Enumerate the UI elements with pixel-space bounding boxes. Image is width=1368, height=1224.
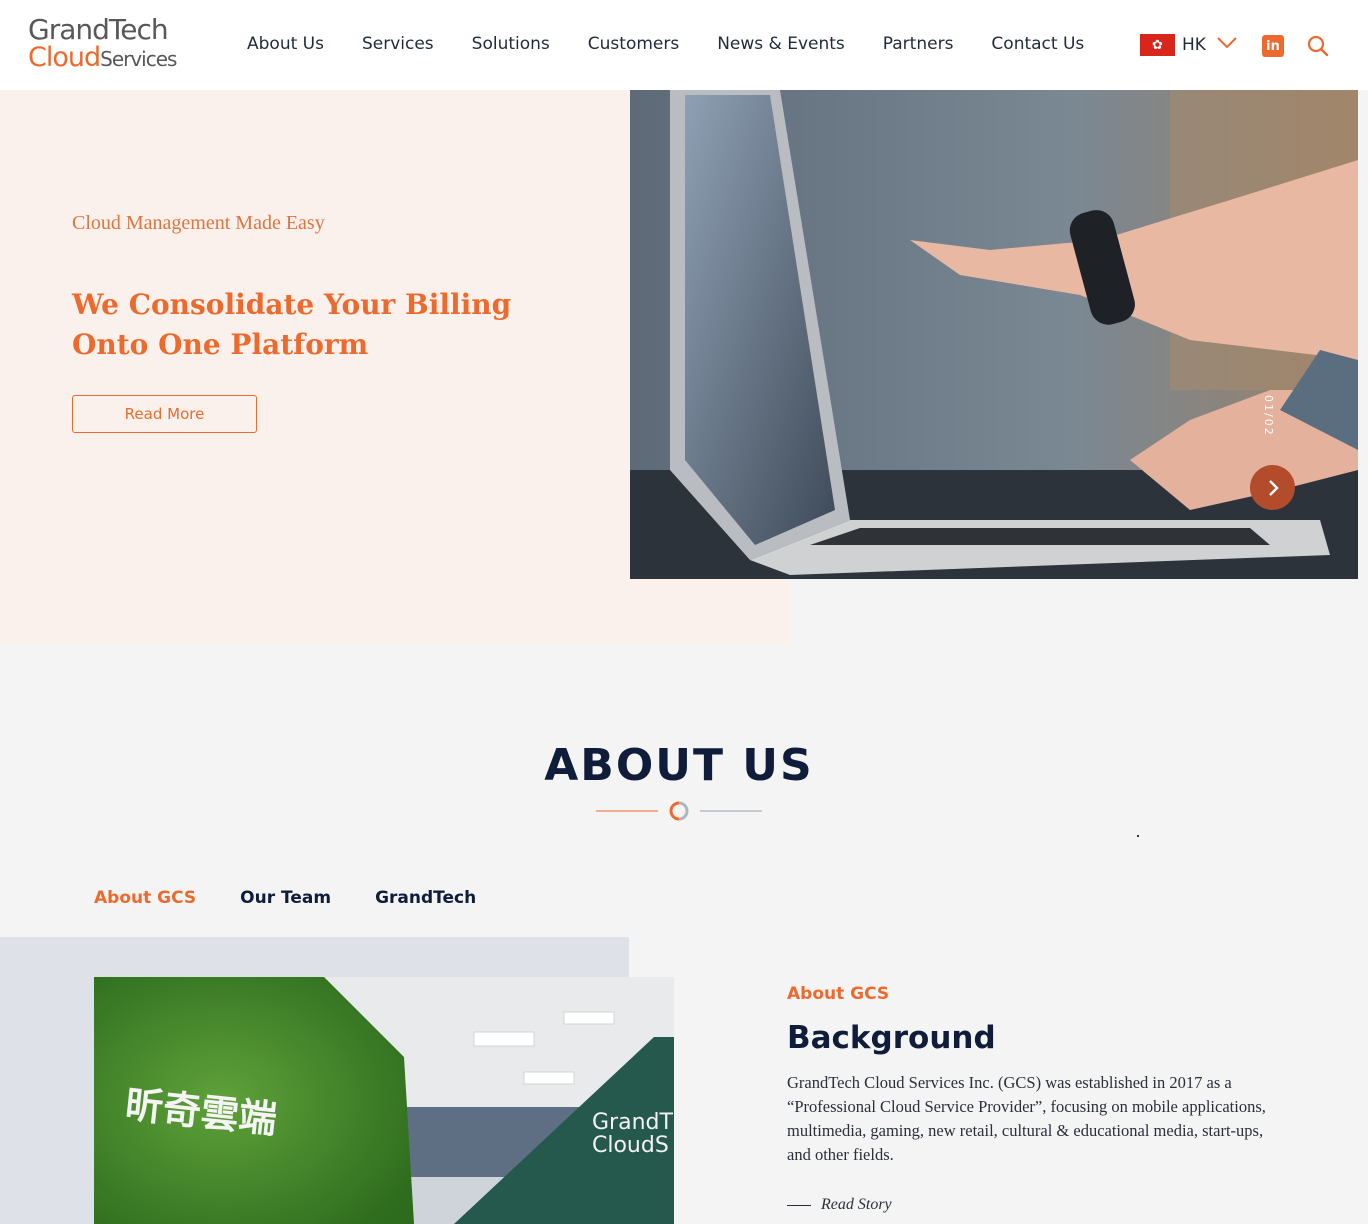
site-header: GrandTech CloudServices About Us Service… <box>0 0 1368 90</box>
tab-our-team[interactable]: Our Team <box>240 888 331 908</box>
stray-dot <box>1137 835 1139 837</box>
office-image: 昕奇雲端 GrandT CloudS <box>94 977 674 1224</box>
next-slide-button[interactable] <box>1250 465 1295 510</box>
read-story-label: Read Story <box>821 1196 892 1213</box>
background-text: GrandTech Cloud Services Inc. (GCS) was … <box>787 1073 1266 1164</box>
section-divider <box>596 801 762 821</box>
about-us-heading: ABOUT US <box>544 740 814 791</box>
read-story-line <box>787 1204 811 1206</box>
read-more-button[interactable]: Read More <box>72 395 257 433</box>
hk-flag-icon: ✿ <box>1140 34 1175 56</box>
nav-about-us[interactable]: About Us <box>247 34 324 54</box>
hero-laptop-image <box>630 90 1358 579</box>
chevron-down-icon <box>1217 37 1237 49</box>
laptop-photo-illustration <box>630 90 1358 579</box>
tab-about-gcs[interactable]: About GCS <box>94 888 196 908</box>
region-selector[interactable]: ✿ HK <box>1140 34 1238 56</box>
slide-counter: 01/02 <box>1262 395 1275 437</box>
nav-contact-us[interactable]: Contact Us <box>991 34 1084 54</box>
hero-subtitle: Cloud Management Made Easy <box>72 212 325 234</box>
region-label: HK <box>1182 35 1206 55</box>
search-icon[interactable] <box>1306 34 1330 58</box>
read-story-link[interactable]: Read Story <box>787 1196 892 1214</box>
nav-customers[interactable]: Customers <box>588 34 679 54</box>
main-nav: About Us Services Solutions Customers Ne… <box>247 34 1122 54</box>
linkedin-icon[interactable]: in <box>1262 35 1284 57</box>
about-gcs-label: About GCS <box>787 984 890 1004</box>
grandtech-logo[interactable]: GrandTech CloudServices <box>28 13 177 73</box>
nav-news-events[interactable]: News & Events <box>717 34 845 54</box>
background-heading: Background <box>787 1020 996 1056</box>
office-photo-illustration: 昕奇雲端 GrandT CloudS <box>94 977 674 1224</box>
logo-grandtech-text: GrandTech <box>28 13 169 46</box>
hero-title: We Consolidate Your Billing Onto One Pla… <box>72 288 512 361</box>
chevron-right-icon <box>1268 479 1279 496</box>
nav-services[interactable]: Services <box>362 34 434 54</box>
nav-solutions[interactable]: Solutions <box>472 34 550 54</box>
logo-cloud-services-text: CloudServices <box>28 42 177 73</box>
tab-grandtech[interactable]: GrandTech <box>375 888 476 908</box>
wall-logo-cloudservices: CloudS <box>592 1133 669 1158</box>
about-tabs: About GCS Our Team GrandTech <box>94 888 520 908</box>
nav-partners[interactable]: Partners <box>883 34 954 54</box>
wall-logo-grandtech: GrandT <box>592 1110 673 1135</box>
